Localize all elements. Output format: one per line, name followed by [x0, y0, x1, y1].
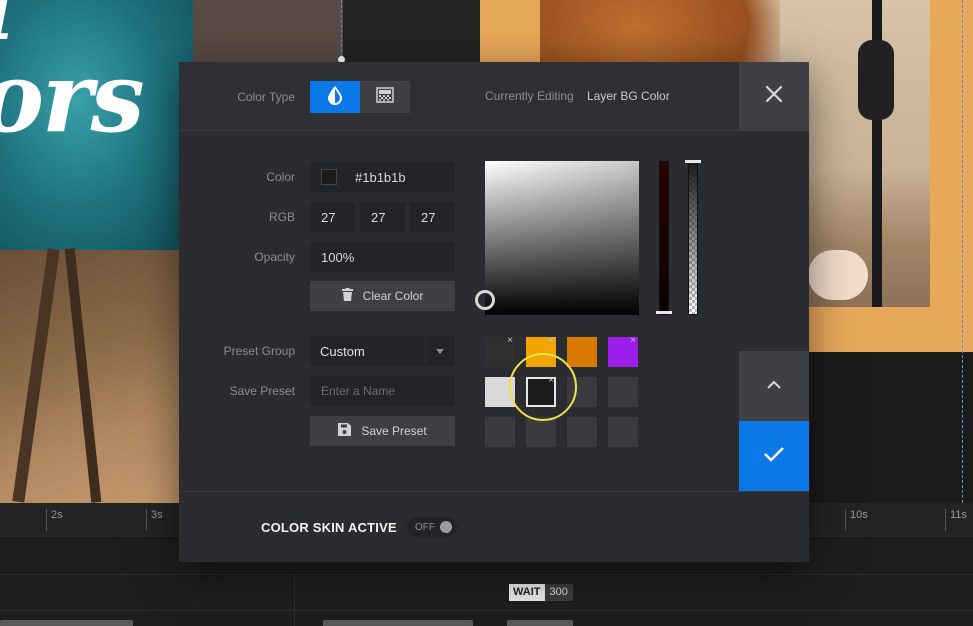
chevron-down-icon [436, 349, 444, 354]
droplet-icon [326, 85, 344, 110]
clear-color-button[interactable]: Clear Color [310, 281, 455, 311]
currently-editing-label: Currently Editing [485, 89, 574, 103]
canvas-dark-area [808, 352, 973, 503]
photo-mic [858, 40, 894, 120]
opacity-slider-handle[interactable] [685, 160, 701, 163]
preset-swatch[interactable] [608, 377, 638, 407]
opacity-value: 100% [321, 249, 355, 265]
gradient-color-button[interactable] [360, 81, 410, 113]
currently-editing-value: Layer BG Color [587, 89, 670, 103]
rgb-r-field[interactable]: 27 [310, 202, 355, 232]
rgb-r-value: 27 [321, 209, 336, 225]
opacity-slider[interactable] [688, 161, 698, 315]
trash-icon [341, 288, 353, 304]
picker-handle[interactable] [475, 290, 495, 310]
color-hex-field[interactable]: #1b1b1b [310, 162, 455, 192]
save-icon [338, 423, 352, 439]
preset-group-value: Custom [320, 343, 365, 359]
timeline-layer-bar[interactable] [0, 620, 133, 626]
photo-arm [808, 250, 868, 300]
preset-swatch[interactable] [567, 337, 597, 367]
solid-color-button[interactable] [310, 81, 360, 113]
toggle-knob [440, 521, 452, 533]
checkmark-icon [763, 446, 785, 467]
rgb-label: RGB [268, 210, 295, 224]
preset-swatch[interactable] [608, 417, 638, 447]
close-button[interactable] [739, 62, 809, 131]
wait-tag[interactable]: WAIT 300 [509, 584, 573, 601]
save-preset-button[interactable]: Save Preset [310, 416, 455, 446]
preset-swatch[interactable]: × [608, 336, 638, 367]
preset-swatch[interactable] [567, 417, 597, 447]
current-color-swatch [321, 169, 337, 185]
save-preset-button-label: Save Preset [361, 424, 427, 438]
ruler-tick: 11s [945, 509, 967, 531]
timeline-layer-bar[interactable] [323, 620, 473, 626]
opacity-field[interactable]: 100% [310, 242, 455, 272]
guide-line [962, 0, 963, 503]
color-label: Color [266, 170, 295, 184]
hue-slider-handle[interactable] [656, 311, 672, 314]
gradient-icon [376, 86, 394, 108]
remove-preset-icon[interactable]: × [548, 336, 554, 346]
color-skin-toggle[interactable]: OFF [407, 517, 457, 537]
preset-group-label: Preset Group [223, 344, 295, 358]
color-hex-value: #1b1b1b [355, 169, 406, 185]
wait-label: WAIT [509, 584, 545, 601]
saturation-brightness-picker[interactable] [485, 161, 639, 315]
editor-stage: l ors 2s 3s 10s 11s WAIT 300 Color Type [0, 0, 973, 626]
chevron-up-icon [766, 377, 782, 395]
toggle-state: OFF [415, 521, 435, 533]
guide-line [341, 0, 342, 62]
wait-value: 300 [544, 584, 573, 601]
modal-header: Color Type Currently Editing Layer BG Co… [179, 62, 809, 131]
timeline-track-divider [0, 574, 973, 575]
preset-swatch[interactable]: × [485, 336, 515, 367]
close-icon [765, 85, 783, 108]
clear-color-label: Clear Color [362, 289, 424, 303]
select-divider [425, 336, 426, 366]
ruler-tick: 2s [46, 509, 63, 531]
timeline-track-divider [0, 610, 973, 611]
timeline-marker [294, 574, 295, 626]
timeline-layer-bar[interactable] [507, 620, 573, 626]
color-skin-label: COLOR SKIN ACTIVE [261, 520, 397, 535]
ruler-tick: 3s [146, 509, 163, 531]
preset-group-select[interactable]: Custom [310, 336, 455, 366]
preset-swatch[interactable] [485, 417, 515, 447]
apply-button[interactable] [739, 421, 809, 491]
canvas-strip [193, 0, 343, 62]
ruler-tick: 10s [845, 509, 868, 531]
preset-name-input[interactable] [310, 376, 455, 406]
hue-slider[interactable] [659, 161, 669, 315]
color-picker-modal: Color Type Currently Editing Layer BG Co… [179, 62, 809, 562]
click-highlight [509, 353, 577, 421]
rgb-b-field[interactable]: 27 [410, 202, 455, 232]
modal-footer: COLOR SKIN ACTIVE OFF [179, 491, 809, 562]
canvas-layer-text[interactable]: l ors [0, 0, 145, 146]
preset-swatch[interactable] [526, 417, 556, 447]
rgb-g-field[interactable]: 27 [360, 202, 405, 232]
remove-preset-icon[interactable]: × [630, 336, 636, 346]
collapse-button[interactable] [739, 351, 809, 421]
rgb-g-value: 27 [371, 209, 386, 225]
rgb-b-value: 27 [421, 209, 436, 225]
remove-preset-icon[interactable]: × [507, 336, 513, 346]
canvas-strip [343, 0, 480, 62]
save-preset-label: Save Preset [229, 384, 295, 398]
opacity-label: Opacity [254, 250, 295, 264]
color-type-label: Color Type [237, 90, 295, 104]
